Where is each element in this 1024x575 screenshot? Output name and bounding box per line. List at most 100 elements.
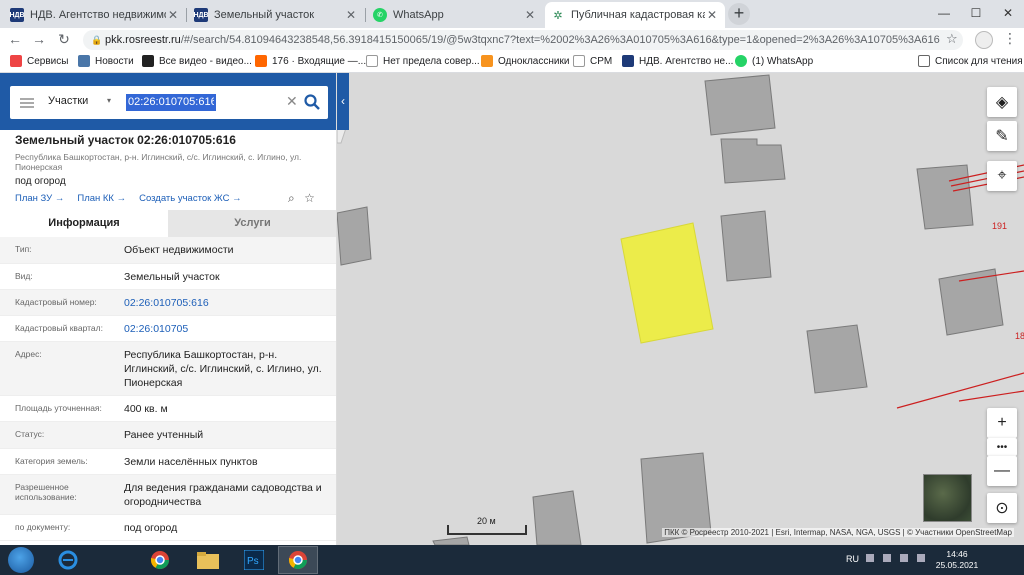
- layers-icon: ◈: [995, 94, 1009, 111]
- apps-grid-icon: [10, 55, 22, 67]
- close-tab-icon[interactable]: ✕: [523, 8, 537, 22]
- address-bar[interactable]: 🔒 pkk.rosreestr.ru/#/search/54.810946432…: [83, 30, 963, 50]
- url-path: /#/search/54.81094643238548,56.391841515…: [180, 34, 940, 46]
- bookmark-label: Одноклассники: [498, 55, 570, 67]
- browser-tab[interactable]: НДВ НДВ. Агентство недвижимости ✕: [4, 2, 186, 28]
- object-actions: План ЗУ → План КК → Создать участок ЖС →: [15, 193, 255, 204]
- building: [806, 324, 868, 394]
- boundary-line: [958, 390, 1024, 402]
- explorer-taskbar-item[interactable]: [188, 546, 228, 574]
- start-button[interactable]: [8, 547, 34, 573]
- ndv-favicon-icon: НДВ: [9, 8, 25, 22]
- close-window-icon[interactable]: ✕: [992, 0, 1024, 28]
- chrome-icon: [289, 551, 307, 570]
- object-title: Земельный участок 02:26:010705:616: [15, 133, 236, 147]
- row-value: Объект недвижимости: [124, 244, 234, 256]
- create-parcel-link[interactable]: Создать участок ЖС →: [139, 193, 241, 204]
- back-icon[interactable]: ←: [6, 31, 24, 47]
- collapse-panel-button[interactable]: ‹: [337, 73, 349, 130]
- system-clock[interactable]: 14:46 25.05.2021: [935, 549, 979, 571]
- language-indicator[interactable]: RU: [846, 554, 859, 564]
- chrome-taskbar-item[interactable]: [140, 546, 180, 574]
- zoom-more-button[interactable]: •••: [987, 438, 1017, 456]
- maximize-icon[interactable]: ☐: [960, 0, 992, 28]
- bookmark-item[interactable]: Сервисы: [10, 55, 68, 67]
- reload-icon[interactable]: ↻: [55, 31, 73, 48]
- favorite-star-icon[interactable]: ☆: [304, 191, 315, 205]
- browser-tab[interactable]: ✆ WhatsApp ✕: [367, 2, 543, 28]
- compass-button[interactable]: ⊙: [987, 493, 1017, 523]
- info-panel: Участки ▾ ✕ Земельный участок 02:26:0107…: [0, 73, 337, 545]
- chevron-down-icon[interactable]: ▾: [107, 96, 111, 105]
- cadastral-number-link[interactable]: 02:26:010705:616: [109, 290, 336, 315]
- new-tab-button[interactable]: +: [728, 3, 750, 25]
- row-key: Адрес:: [15, 349, 42, 359]
- tab-services[interactable]: Услуги: [168, 210, 336, 237]
- zoom-to-object-icon[interactable]: ⌕: [288, 191, 295, 205]
- search-icon[interactable]: [303, 93, 321, 111]
- locate-button[interactable]: ⌖: [987, 161, 1017, 191]
- bookmark-item[interactable]: (1) WhatsApp: [735, 55, 813, 67]
- plan-kk-link[interactable]: План КК →: [77, 193, 126, 204]
- ie-taskbar-item[interactable]: [48, 546, 88, 574]
- close-tab-icon[interactable]: ✕: [705, 8, 719, 22]
- reading-list[interactable]: Список для чтения: [918, 55, 1023, 67]
- tab-title: Публичная кадастровая карта: [571, 9, 705, 21]
- bookmark-item[interactable]: Новости: [78, 55, 134, 67]
- bookmark-item[interactable]: Одноклассники: [481, 55, 569, 67]
- search-type-select[interactable]: Участки: [48, 95, 88, 107]
- measure-button[interactable]: ✎: [987, 121, 1017, 151]
- volume-icon[interactable]: [900, 554, 908, 562]
- location-pin-icon: ⊙: [995, 500, 1009, 517]
- video-icon: [142, 55, 154, 67]
- bookmark-star-icon[interactable]: ☆: [946, 31, 958, 47]
- minus-icon: —: [994, 462, 1010, 479]
- minimize-icon[interactable]: —: [928, 0, 960, 28]
- menu-icon[interactable]: [20, 98, 34, 108]
- zoom-in-button[interactable]: +: [987, 408, 1017, 438]
- browser-menu-icon[interactable]: ⋮: [1003, 30, 1017, 47]
- whatsapp-icon: [735, 55, 747, 67]
- bookmark-item[interactable]: CPM: [573, 55, 612, 67]
- profile-avatar[interactable]: [975, 31, 993, 49]
- chevron-left-icon: ‹: [341, 94, 345, 108]
- network-icon[interactable]: [883, 554, 891, 562]
- tab-information[interactable]: Информация: [0, 210, 168, 237]
- chrome-taskbar-item-active[interactable]: [278, 546, 318, 574]
- clear-icon[interactable]: ✕: [286, 93, 298, 110]
- search-box: Участки ▾ ✕: [10, 86, 328, 119]
- browser-tab-active[interactable]: ✲ Публичная кадастровая карта ✕: [545, 2, 725, 28]
- table-row: по документу: под огород: [0, 515, 336, 541]
- basemap-switcher[interactable]: [923, 474, 972, 522]
- photoshop-taskbar-item[interactable]: Ps: [234, 546, 274, 574]
- plan-zu-link[interactable]: План ЗУ →: [15, 193, 64, 204]
- highlighted-parcel[interactable]: [620, 222, 714, 344]
- close-tab-icon[interactable]: ✕: [344, 8, 358, 22]
- building: [532, 490, 582, 545]
- close-tab-icon[interactable]: ✕: [166, 8, 180, 22]
- page-icon: [573, 55, 585, 67]
- bookmark-item[interactable]: НДВ. Агентство не...: [622, 55, 733, 67]
- forward-icon[interactable]: →: [30, 31, 48, 47]
- search-input[interactable]: [126, 94, 216, 111]
- layers-button[interactable]: ◈: [987, 87, 1017, 117]
- svg-text:Ps: Ps: [247, 556, 259, 567]
- bookmark-item[interactable]: Нет предела совер...: [366, 55, 480, 67]
- tray-arrow-icon[interactable]: [866, 554, 874, 562]
- cadastral-map[interactable]: 589 191 18 ◈ ✎ ⌖ + ••• — ⊙ 20 м ПКК © Ро…: [337, 73, 1024, 545]
- lock-icon: 🔒: [91, 35, 103, 45]
- cadastral-quarter-link[interactable]: 02:26:010705: [109, 316, 336, 341]
- row-key: Кадастровый квартал:: [15, 323, 103, 333]
- vk-icon: [78, 55, 90, 67]
- row-value: под огород: [124, 522, 178, 534]
- parcel-number-label: 191: [992, 221, 1008, 231]
- table-row: Кадастровый номер: 02:26:010705:616: [0, 290, 336, 316]
- bookmark-item[interactable]: 176 · Входящие —...: [255, 55, 366, 67]
- bookmark-item[interactable]: Все видео - видео...: [142, 55, 252, 67]
- browser-tab[interactable]: НДВ Земельный участок ✕: [188, 2, 364, 28]
- bookmarks-bar: Сервисы Новости Все видео - видео... 176…: [0, 52, 1024, 73]
- power-icon[interactable]: [917, 554, 925, 562]
- row-value: Для ведения гражданами садоводства и ого…: [124, 482, 322, 508]
- zoom-out-button[interactable]: —: [987, 456, 1017, 486]
- attributes-table: Тип: Объект недвижимости Вид: Земельный уч…: [0, 237, 336, 541]
